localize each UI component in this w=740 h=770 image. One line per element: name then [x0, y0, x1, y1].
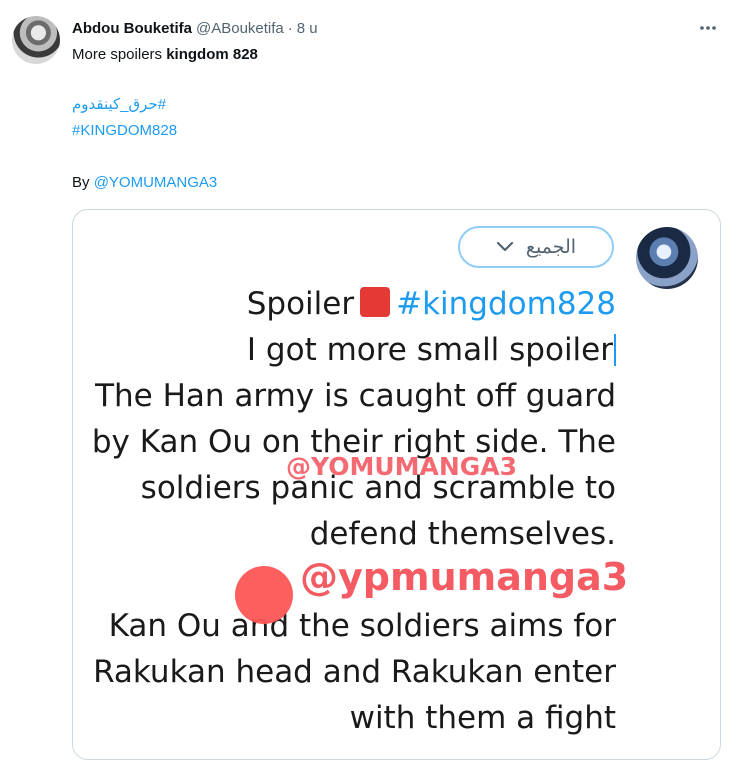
spoiler-line-text: I got more small spoiler [246, 332, 613, 368]
tweet-text-prefix: More spoilers [72, 46, 167, 63]
spoiler-hashtag: #kingdom828 [396, 286, 616, 322]
watermark-large: @ypmumanga3 [300, 555, 629, 599]
spoiler-line: I got more small spoiler [247, 332, 616, 368]
byline: By @YOMUMANGA3 [72, 173, 217, 193]
spoiler-line: defend themselves. [309, 516, 616, 552]
chevron-down-icon [496, 241, 514, 252]
spoiler-line: The Han army is caught off guard [95, 378, 616, 414]
tweet: Abdou Bouketifa @ABouketifa · 8 u More s… [0, 0, 740, 770]
more-horizontal-icon [700, 26, 716, 30]
author-display-name[interactable]: Abdou Bouketifa [72, 20, 192, 37]
hashtag-arabic[interactable]: #حرق_كينقدوم [72, 95, 166, 115]
author-avatar[interactable] [12, 16, 60, 64]
text-caret [614, 334, 616, 366]
tweet-text-bold: kingdom 828 [166, 46, 258, 63]
tweet-timestamp[interactable]: 8 u [297, 20, 318, 37]
spoiler-line: Rakukan head and Rakukan enter [93, 654, 616, 690]
spoiler-word: Spoiler [246, 286, 355, 322]
tweet-media-image[interactable]: الجميع Spoiler #kingdom828 I got more sma… [72, 209, 721, 760]
tweet-text: More spoilers kingdom 828 [72, 45, 258, 65]
tweet-header: Abdou Bouketifa @ABouketifa · 8 u [72, 17, 318, 39]
red-square-icon [360, 287, 391, 317]
audience-label: الجميع [525, 236, 577, 258]
spoiler-line: Kan Ou and the soldiers aims for [108, 608, 616, 644]
red-dot-mark [235, 566, 293, 624]
byline-mention[interactable]: @YOMUMANGA3 [94, 174, 218, 191]
watermark-small: @YOMUMANGA3 [286, 452, 518, 481]
hashtag-kingdom[interactable]: #KINGDOM828 [72, 121, 177, 141]
byline-prefix: By [72, 174, 94, 191]
hashtag-arabic-link[interactable]: #حرق_كينقدوم [72, 96, 166, 113]
author-handle[interactable]: @ABouketifa [196, 20, 284, 37]
hashtag-kingdom-link[interactable]: #KINGDOM828 [72, 122, 177, 139]
spoiler-line: with them a fight [349, 700, 616, 736]
inner-avatar [636, 227, 698, 289]
separator-dot: · [287, 19, 293, 37]
audience-dropdown: الجميع [458, 226, 614, 268]
spoiler-heading: Spoiler #kingdom828 [247, 286, 616, 322]
more-options-button[interactable] [694, 14, 722, 42]
